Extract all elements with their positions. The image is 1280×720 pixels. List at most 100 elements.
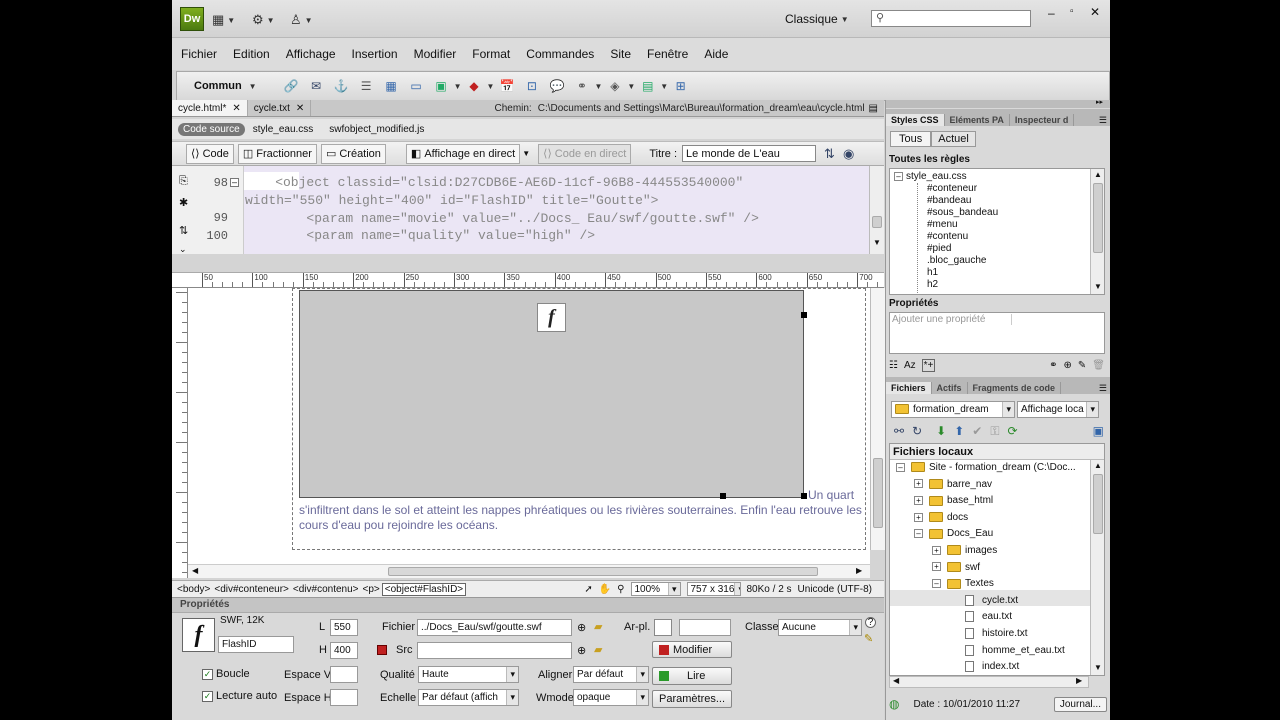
menu-item-site[interactable]: Site (602, 47, 639, 61)
chevron-down-icon[interactable]: ⌄ (179, 244, 187, 255)
tag-selector-item[interactable]: <div#conteneur> (212, 584, 291, 595)
extend-menu-button[interactable]: ⚙ ▼ (252, 12, 275, 28)
panel-dock-header[interactable]: ▸▸ (886, 98, 1110, 108)
related-file-css[interactable]: style_eau.css (245, 124, 322, 135)
css-rule-item[interactable]: #bandeau (927, 195, 972, 206)
quality-select[interactable]: Haute (418, 666, 519, 683)
width-input[interactable]: 550 (330, 619, 358, 636)
email-link-icon[interactable]: ✉ (308, 78, 325, 95)
new-rule-icon[interactable]: ⊕ (1064, 360, 1072, 371)
date-icon[interactable]: 📅 (498, 78, 515, 95)
file-item[interactable]: cycle.txt (950, 594, 1018, 606)
bg-color-input[interactable] (679, 619, 731, 636)
design-view-button[interactable]: ▭ Création (320, 143, 386, 164)
menu-item-affichage[interactable]: Affichage (278, 47, 344, 61)
file-item[interactable]: index.txt (950, 661, 1019, 672)
chevron-right-icon[interactable]: ▶ (1076, 676, 1082, 685)
collapse-panels-icon[interactable]: ▸▸ (1096, 98, 1103, 106)
add-property-link[interactable]: Ajouter une propriété (892, 314, 1012, 325)
hyperlink-icon[interactable]: 🔗 (283, 78, 300, 95)
category-view-icon[interactable]: ☷ (889, 360, 898, 371)
open-documents-icon[interactable]: ⎘ (179, 175, 188, 188)
zoom-select[interactable]: 100% (630, 582, 681, 596)
tab-files[interactable]: Fichiers (886, 382, 932, 394)
resize-handle[interactable] (801, 493, 807, 499)
tab-tag-inspector[interactable]: Inspecteur d (1010, 114, 1075, 126)
menu-item-modifier[interactable]: Modifier (406, 47, 465, 61)
select-parent-icon[interactable]: ⇅ (179, 224, 188, 237)
file-item[interactable]: histoire.txt (950, 628, 1028, 639)
code-pane[interactable]: ⎘ ✱ ⇅ ⌄ 98 99 100 – <object classid="cls… (172, 166, 884, 254)
templates-icon[interactable]: ▤ (639, 78, 656, 95)
align-select[interactable]: Par défaut (573, 666, 649, 683)
collapse-icon[interactable]: – (932, 579, 941, 589)
files-scrollbar[interactable]: ▲ ▼ (1090, 460, 1104, 675)
chevron-down-icon[interactable]: ▼ (454, 82, 462, 91)
css-rule-item[interactable]: #sous_bandeau (927, 207, 998, 218)
code-scrollbar[interactable]: ▼ (869, 166, 884, 254)
delete-rule-icon[interactable]: 🗑 (1092, 360, 1105, 371)
minimize-button[interactable]: – (1048, 6, 1055, 20)
tag-selector-item[interactable]: <body> (175, 584, 212, 595)
table-icon[interactable]: ▦ (383, 78, 400, 95)
all-rules-button[interactable]: Tous (890, 131, 932, 147)
class-select[interactable]: Aucune (778, 619, 862, 636)
file-input[interactable]: ../Docs_Eau/swf/goutte.swf (417, 619, 572, 636)
panel-menu-icon[interactable]: ☰ (1099, 115, 1107, 126)
loop-checkbox[interactable]: ✓ Boucle (202, 668, 250, 680)
chevron-left-icon[interactable]: ◀ (192, 566, 198, 575)
design-view[interactable]: f Un quart s'infiltrent dans le sol et a… (188, 288, 885, 564)
chevron-down-icon[interactable]: ▼ (487, 82, 495, 91)
folder-item[interactable]: + docs (914, 512, 968, 523)
wmode-select[interactable]: opaque (573, 689, 649, 706)
css-rule-item[interactable]: .bloc_gauche (927, 255, 987, 266)
parameters-button[interactable]: Paramètres... (652, 690, 732, 708)
horizontal-rule-icon[interactable]: ☰ (358, 78, 375, 95)
chevron-down-icon[interactable]: ▼ (627, 82, 635, 91)
css-rule-item[interactable]: h1 (927, 267, 938, 278)
help-icon[interactable]: ? (865, 617, 876, 628)
files-tree[interactable]: Fichiers locaux – Site - formation_dream … (889, 443, 1105, 676)
close-icon[interactable]: ✕ (232, 103, 240, 114)
scroll-thumb[interactable] (1093, 474, 1103, 534)
folder-item[interactable]: – Docs_Eau (914, 528, 993, 539)
scroll-thumb[interactable] (872, 216, 882, 228)
folder-item[interactable]: + barre_nav (914, 479, 992, 490)
flash-object[interactable]: f (299, 290, 804, 498)
div-icon[interactable]: ▭ (408, 78, 425, 95)
property-inspector-header[interactable]: Propriétés (172, 598, 884, 613)
css-rule-item[interactable]: #menu (927, 219, 958, 230)
folder-item[interactable]: + images (932, 545, 997, 556)
chevron-left-icon[interactable]: ◀ (893, 676, 899, 685)
height-input[interactable]: 400 (330, 642, 358, 659)
attach-stylesheet-icon[interactable]: ⚭ (1049, 360, 1057, 371)
tag-selector-item[interactable]: <p> (361, 584, 382, 595)
css-rule-item[interactable]: #conteneur (927, 183, 977, 194)
scroll-thumb[interactable] (873, 458, 883, 528)
menu-item-fichier[interactable]: Fichier (173, 47, 225, 61)
chevron-down-icon[interactable]: ▼ (1094, 282, 1102, 291)
file-item[interactable]: eau.txt (950, 611, 1012, 623)
chevron-down-icon[interactable]: ▼ (660, 82, 668, 91)
hand-tool-icon[interactable]: ✋ (599, 584, 611, 595)
browse-folder-icon[interactable]: ▰ (594, 643, 602, 656)
alpha-view-icon[interactable]: Az (904, 360, 916, 371)
folder-item[interactable]: – Textes (932, 578, 994, 589)
image-icon[interactable]: ▣ (433, 78, 450, 95)
media-icon[interactable]: ◆ (466, 78, 483, 95)
tab-assets[interactable]: Actifs (932, 382, 968, 394)
expand-icon[interactable]: + (914, 479, 923, 489)
folder-item[interactable]: + swf (932, 562, 980, 573)
scroll-thumb[interactable] (1093, 183, 1103, 253)
scroll-thumb[interactable] (388, 567, 818, 576)
head-icon[interactable]: ⚭ (573, 78, 590, 95)
point-to-file-icon[interactable]: ⊕ (577, 621, 586, 634)
edit-rule-icon[interactable]: ✎ (1078, 360, 1086, 371)
close-icon[interactable]: ✕ (296, 103, 304, 114)
search-input[interactable]: ⚲ (871, 10, 1031, 27)
zoom-tool-icon[interactable]: ⚲ (617, 584, 624, 595)
menu-item-format[interactable]: Format (464, 47, 518, 61)
chevron-down-icon[interactable]: ▼ (873, 238, 881, 247)
hspace-input[interactable] (330, 689, 358, 706)
play-button[interactable]: Lire (652, 667, 732, 685)
